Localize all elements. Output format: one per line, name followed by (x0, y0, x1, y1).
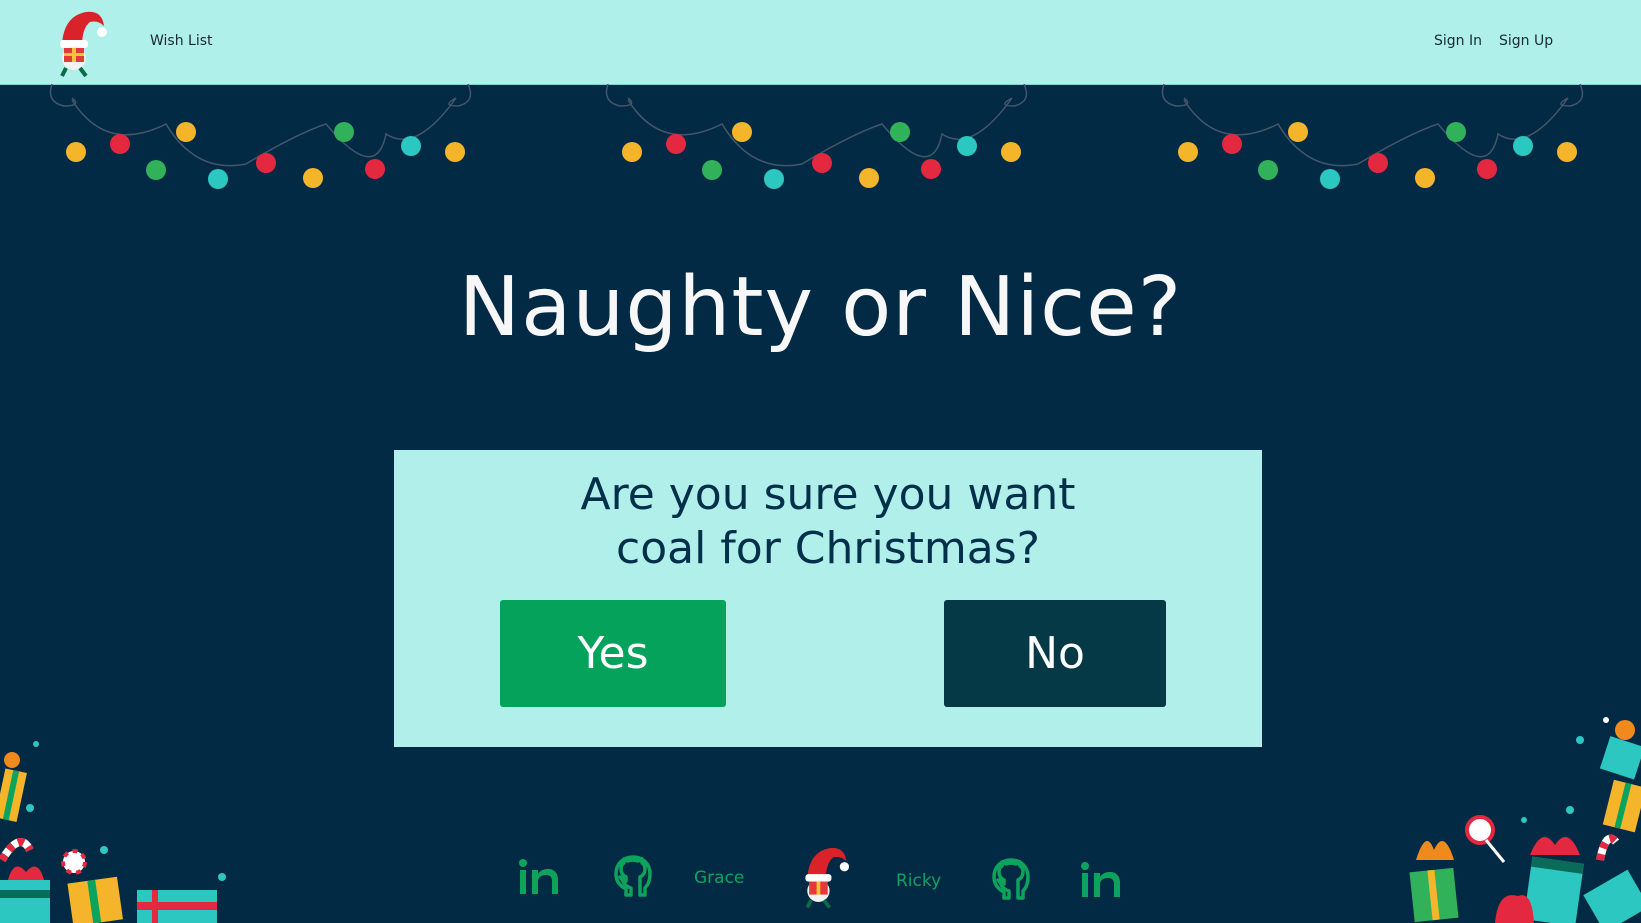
nav-sign-up-link[interactable]: Sign Up (1499, 33, 1553, 49)
gifts-decoration-left (0, 741, 226, 923)
confirm-dialog: Are you sure you want coal for Christmas… (394, 450, 1262, 747)
page-title: Naughty or Nice? (458, 260, 1183, 355)
github-icon[interactable] (614, 855, 652, 897)
gifts-decoration-right (1409, 717, 1641, 923)
linkedin-icon[interactable] (1080, 861, 1122, 899)
no-button[interactable]: No (944, 600, 1166, 707)
dialog-question-line2: coal for Christmas? (616, 523, 1040, 574)
string-lights-center (605, 84, 1028, 189)
footer-name-grace[interactable]: Grace (694, 868, 744, 888)
gnome-logo-icon[interactable] (798, 842, 850, 910)
navbar: Wish List Sign In Sign Up (0, 0, 1641, 85)
github-icon[interactable] (992, 858, 1030, 900)
nav-wish-list-link[interactable]: Wish List (150, 33, 213, 49)
dialog-question-line1: Are you sure you want (580, 469, 1076, 520)
nav-sign-in-link[interactable]: Sign In (1434, 33, 1482, 49)
dialog-question: Are you sure you want coal for Christmas… (394, 468, 1262, 576)
footer-name-ricky[interactable]: Ricky (896, 871, 941, 891)
gnome-logo-icon[interactable] (52, 6, 108, 78)
string-lights-right (1161, 84, 1584, 189)
linkedin-icon[interactable] (518, 858, 560, 896)
string-lights-left (49, 84, 472, 189)
yes-button[interactable]: Yes (500, 600, 726, 707)
